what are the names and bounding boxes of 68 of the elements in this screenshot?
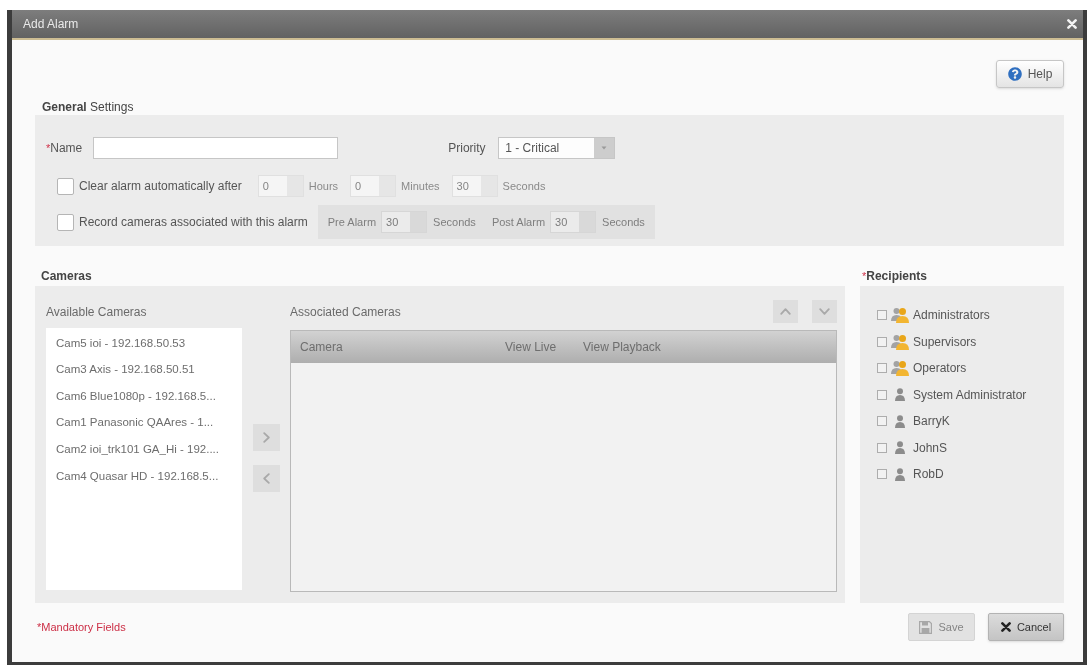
camera-list-item[interactable]: Cam3 Axis - 192.168.50.51 bbox=[56, 361, 195, 379]
unit-label: Hours bbox=[308, 178, 339, 194]
column-header: View Live bbox=[505, 339, 558, 356]
list-label: Available Cameras bbox=[46, 303, 147, 321]
unit-label: Minutes bbox=[401, 178, 440, 194]
camera-list-item[interactable]: Cam6 Blue1080p - 192.168.5... bbox=[56, 387, 216, 406]
name-input[interactable] bbox=[93, 137, 339, 159]
checkbox[interactable] bbox=[57, 177, 74, 195]
user-icon bbox=[895, 388, 905, 402]
camera-list-item[interactable]: Cam2 ioi_trk101 GA_Hi - 192.... bbox=[56, 441, 219, 459]
help-icon bbox=[1007, 67, 1022, 81]
checkbox[interactable] bbox=[877, 336, 887, 347]
cancel-button[interactable]: Cancel bbox=[988, 613, 1064, 641]
field-label: Pre Alarm bbox=[327, 214, 377, 230]
recipient-label: Operators bbox=[913, 360, 967, 378]
checkbox[interactable] bbox=[877, 389, 887, 400]
window-title: Add Alarm bbox=[23, 16, 79, 33]
recipient-label: JohnS bbox=[913, 439, 948, 457]
checkbox[interactable] bbox=[57, 213, 74, 231]
help-button[interactable]: Help bbox=[996, 60, 1064, 88]
close-icon[interactable] bbox=[1067, 19, 1077, 29]
user-group-icon bbox=[891, 333, 909, 350]
checkbox[interactable] bbox=[877, 363, 887, 374]
move-right-button[interactable] bbox=[252, 424, 280, 451]
move-down-button[interactable] bbox=[812, 300, 837, 323]
field-label: Name bbox=[50, 140, 84, 157]
list-label: Associated Cameras bbox=[290, 303, 401, 321]
chevron-up-icon bbox=[780, 308, 791, 315]
user-group-icon bbox=[891, 360, 909, 377]
chevron-left-icon bbox=[262, 473, 270, 484]
move-up-button[interactable] bbox=[773, 300, 798, 323]
camera-list-item[interactable]: Cam1 Panasonic QAAres - 1... bbox=[56, 414, 214, 432]
caret-icon bbox=[594, 138, 615, 158]
mandatory-note: *Mandatory Fields bbox=[36, 619, 126, 635]
section-heading: General Settings bbox=[42, 99, 134, 116]
checkbox-label: Record cameras associated with this alarm bbox=[79, 214, 308, 231]
column-header: View Playback bbox=[583, 339, 661, 356]
recipient-label: BarryK bbox=[913, 413, 950, 431]
section-heading: Recipients bbox=[866, 268, 927, 285]
unit-label: Seconds bbox=[433, 214, 476, 230]
user-icon bbox=[895, 467, 905, 481]
checkbox[interactable] bbox=[877, 310, 887, 321]
checkbox[interactable] bbox=[877, 416, 887, 427]
field-label: Priority bbox=[448, 140, 487, 157]
column-header: Camera bbox=[299, 339, 344, 356]
section-heading: Cameras bbox=[41, 268, 92, 285]
camera-list-item[interactable]: Cam5 ioi - 192.168.50.53 bbox=[56, 334, 186, 352]
required-asterisk: * bbox=[862, 268, 867, 282]
user-icon bbox=[895, 441, 905, 455]
required-asterisk: * bbox=[46, 140, 51, 156]
checkbox-label: Clear alarm automatically after bbox=[79, 178, 242, 195]
user-icon bbox=[895, 414, 905, 428]
move-left-button[interactable] bbox=[252, 465, 280, 492]
chevron-down-icon bbox=[819, 308, 830, 315]
recipient-label: Supervisors bbox=[913, 333, 977, 351]
recipient-label: RobD bbox=[913, 466, 944, 484]
recipient-label: Administrators bbox=[913, 307, 990, 325]
checkbox[interactable] bbox=[877, 442, 887, 453]
chevron-right-icon bbox=[262, 432, 270, 443]
camera-list-item[interactable]: Cam4 Quasar HD - 192.168.5... bbox=[56, 467, 219, 485]
unit-label: Seconds bbox=[502, 178, 546, 194]
field-label: Post Alarm bbox=[491, 214, 546, 230]
priority-select[interactable]: 1 - Critical bbox=[498, 137, 616, 159]
user-group-icon bbox=[891, 307, 909, 324]
x-icon bbox=[1000, 622, 1011, 632]
recipient-label: System Administrator bbox=[913, 386, 1027, 404]
unit-label: Seconds bbox=[602, 214, 645, 230]
checkbox[interactable] bbox=[877, 469, 887, 480]
